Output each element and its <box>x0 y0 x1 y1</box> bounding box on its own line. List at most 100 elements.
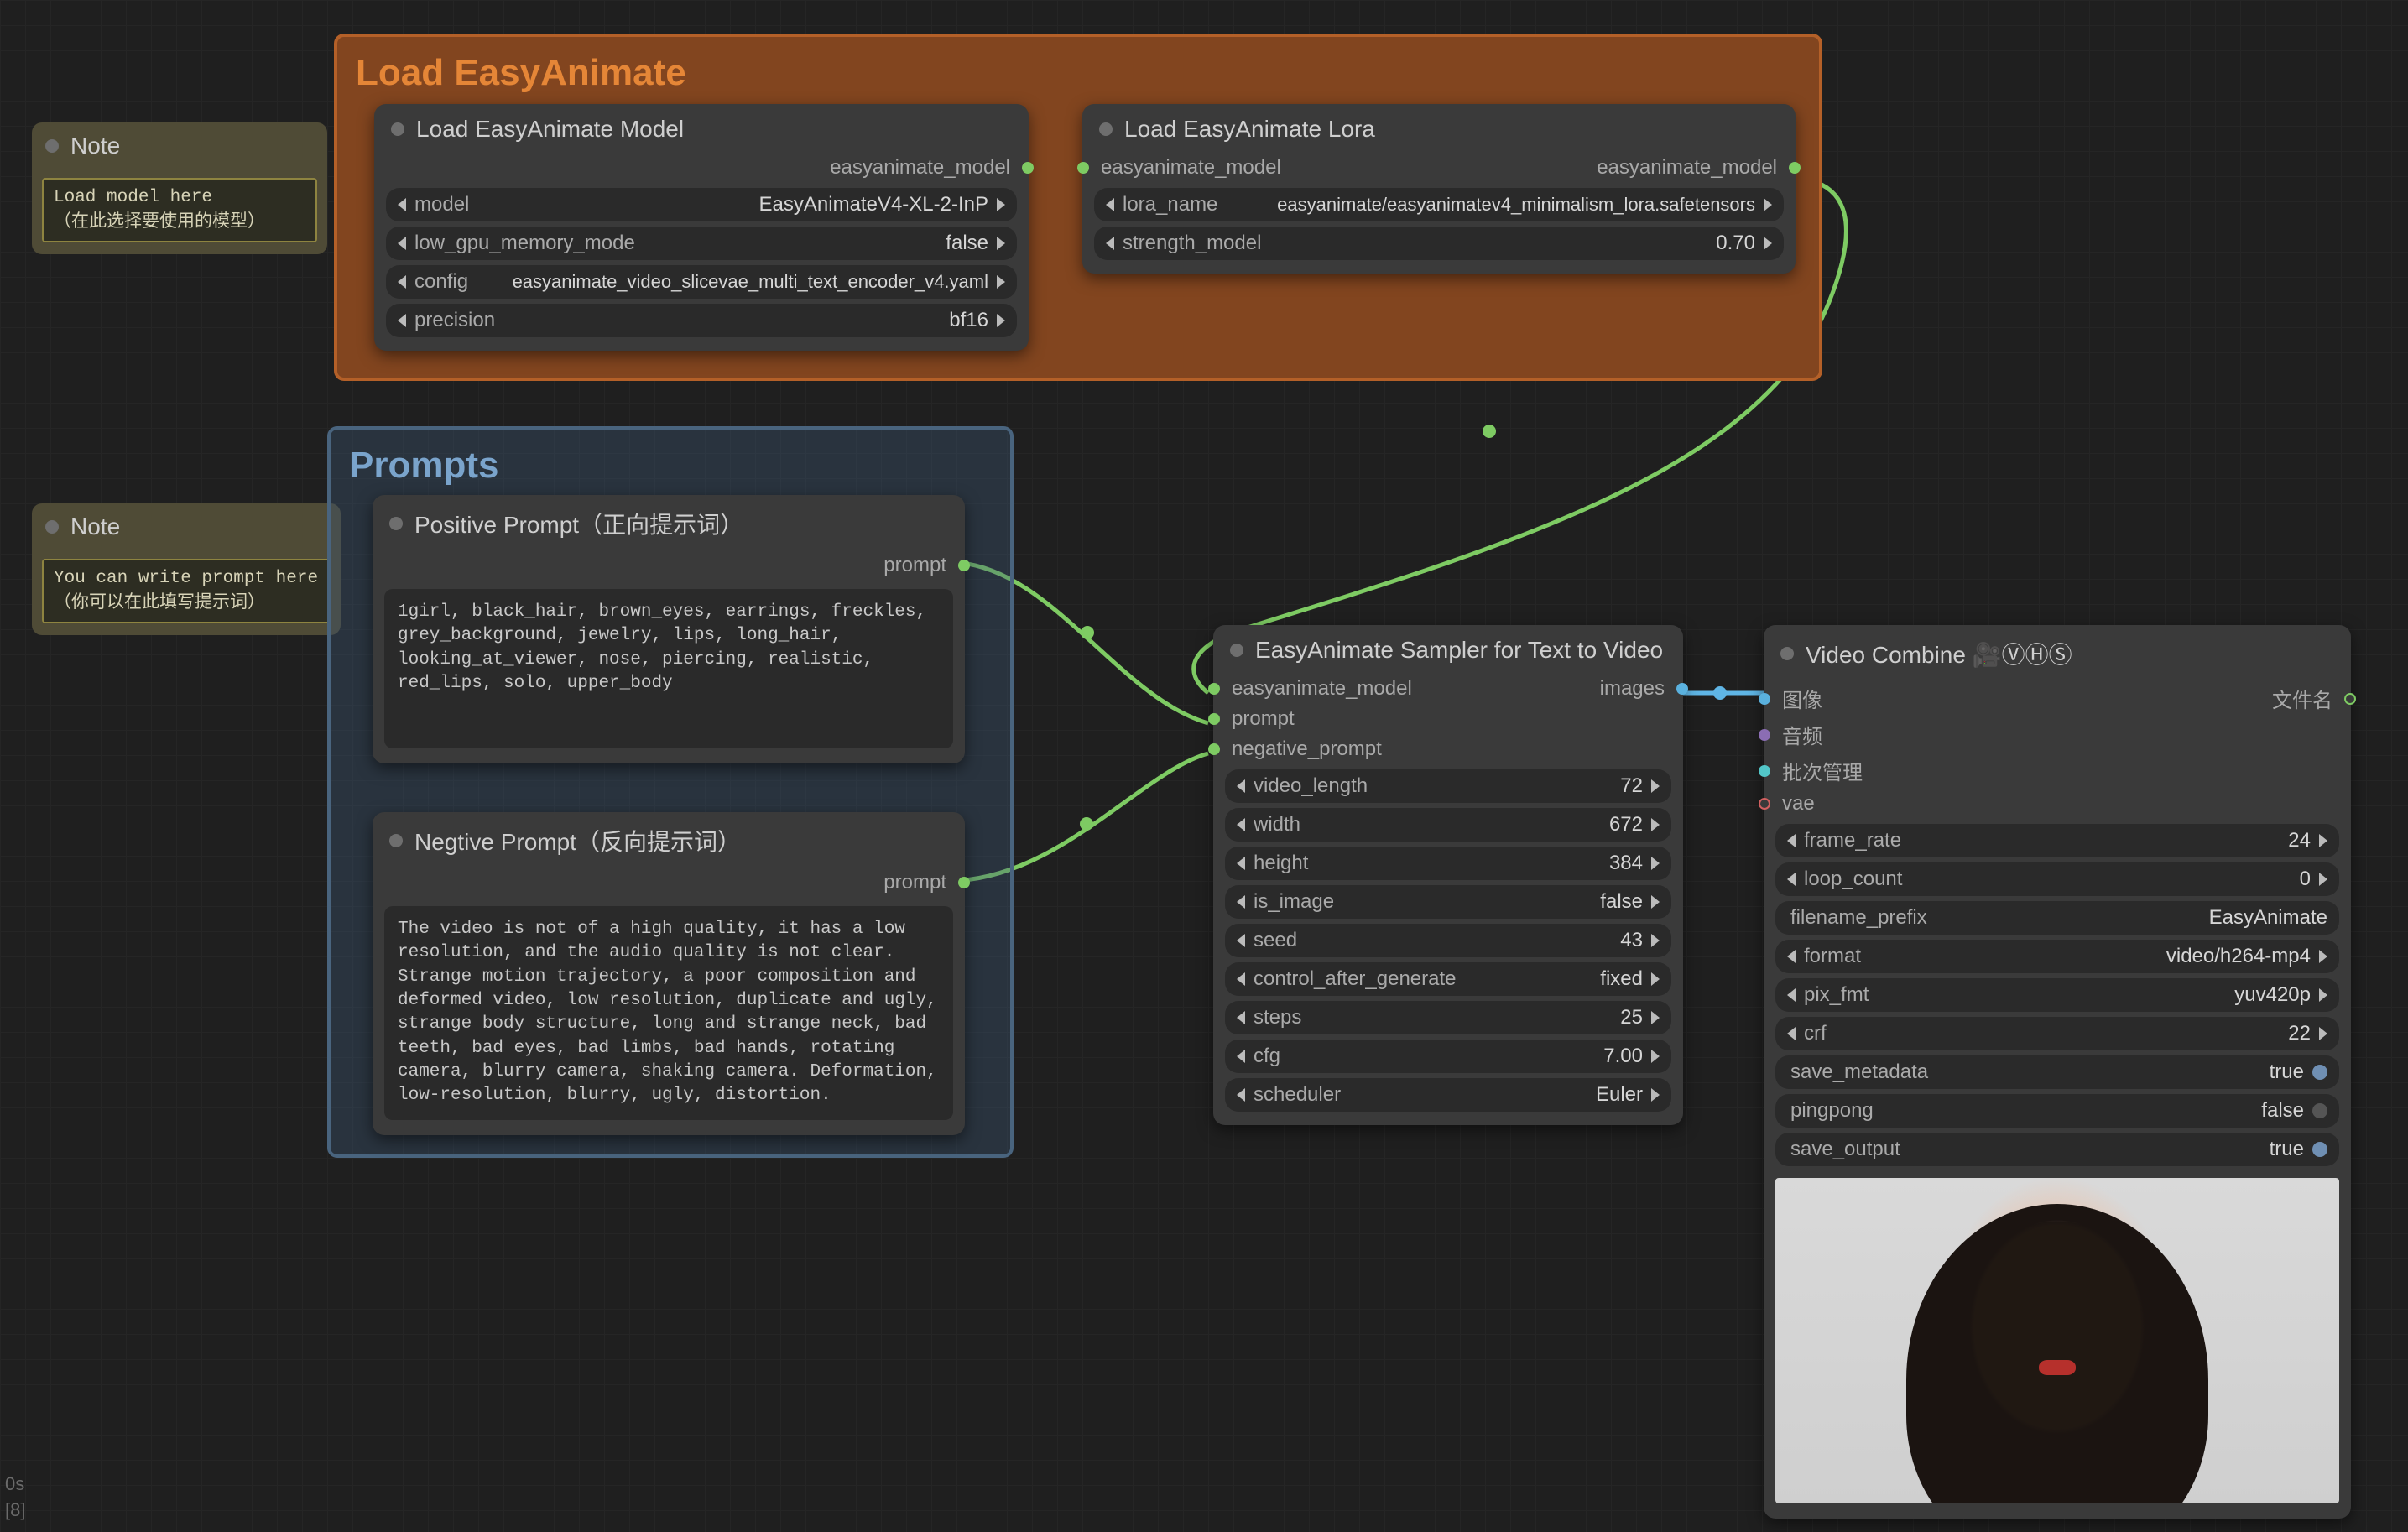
note-prompts[interactable]: Note You can write prompt here （你可以在此填写提… <box>32 503 341 635</box>
widget-filename-prefix[interactable]: filename_prefixEasyAnimate <box>1775 901 2339 935</box>
note-body[interactable]: Load model here （在此选择要使用的模型） <box>42 178 317 242</box>
widget-save-metadata[interactable]: save_metadatatrue <box>1775 1055 2339 1089</box>
collapse-icon[interactable] <box>45 139 59 153</box>
port-out-images[interactable] <box>1676 683 1688 695</box>
toggle-icon[interactable] <box>2312 1142 2327 1157</box>
widget-pix-fmt[interactable]: pix_fmtyuv420p <box>1775 978 2339 1012</box>
node-easyanimate-sampler[interactable]: EasyAnimate Sampler for Text to Video ea… <box>1213 625 1683 1125</box>
widget-scheduler[interactable]: schedulerEuler <box>1225 1078 1671 1112</box>
widget-loop-count[interactable]: loop_count0 <box>1775 862 2339 896</box>
chevron-right-icon[interactable] <box>1764 198 1772 211</box>
widget-strength[interactable]: strength_model0.70 <box>1094 227 1784 260</box>
widget-steps[interactable]: steps25 <box>1225 1001 1671 1034</box>
chevron-left-icon[interactable] <box>1106 198 1114 211</box>
widget-low-gpu[interactable]: low_gpu_memory_modefalse <box>386 227 1017 260</box>
chevron-left-icon[interactable] <box>1237 1088 1245 1102</box>
widget-precision[interactable]: precisionbf16 <box>386 304 1017 337</box>
collapse-icon[interactable] <box>1780 647 1794 660</box>
chevron-left-icon[interactable] <box>1237 857 1245 870</box>
widget-model[interactable]: modelEasyAnimateV4-XL-2-InP <box>386 188 1017 221</box>
toggle-icon[interactable] <box>2312 1103 2327 1118</box>
note-body[interactable]: You can write prompt here （你可以在此填写提示词） <box>42 559 331 623</box>
chevron-right-icon[interactable] <box>1651 934 1660 947</box>
chevron-left-icon[interactable] <box>1237 934 1245 947</box>
chevron-left-icon[interactable] <box>1787 873 1796 886</box>
chevron-right-icon[interactable] <box>1651 857 1660 870</box>
port-in-batch[interactable] <box>1759 765 1770 777</box>
toggle-icon[interactable] <box>2312 1065 2327 1080</box>
chevron-left-icon[interactable] <box>1106 237 1114 250</box>
port-out[interactable] <box>958 877 970 888</box>
collapse-icon[interactable] <box>389 517 403 530</box>
chevron-right-icon[interactable] <box>2319 834 2327 847</box>
port-in-audio[interactable] <box>1759 729 1770 741</box>
chevron-right-icon[interactable] <box>1651 779 1660 793</box>
widget-format[interactable]: formatvideo/h264-mp4 <box>1775 940 2339 973</box>
collapse-icon[interactable] <box>1230 644 1243 657</box>
port-in-images[interactable] <box>1759 693 1770 705</box>
chevron-left-icon[interactable] <box>1787 988 1796 1002</box>
chevron-right-icon[interactable] <box>997 275 1005 289</box>
widget-seed[interactable]: seed43 <box>1225 924 1671 957</box>
port-in-negprompt[interactable] <box>1208 743 1220 755</box>
widget-save-output[interactable]: save_outputtrue <box>1775 1133 2339 1166</box>
chevron-right-icon[interactable] <box>1651 972 1660 986</box>
widget-is-image[interactable]: is_imagefalse <box>1225 885 1671 919</box>
collapse-icon[interactable] <box>391 122 404 136</box>
chevron-left-icon[interactable] <box>1237 1011 1245 1024</box>
negative-prompt-text[interactable]: The video is not of a high quality, it h… <box>384 906 953 1120</box>
chevron-right-icon[interactable] <box>1651 1011 1660 1024</box>
chevron-left-icon[interactable] <box>1237 972 1245 986</box>
chevron-right-icon[interactable] <box>2319 950 2327 963</box>
chevron-left-icon[interactable] <box>1787 834 1796 847</box>
collapse-icon[interactable] <box>389 834 403 847</box>
widget-height[interactable]: height384 <box>1225 847 1671 880</box>
widget-frame-rate[interactable]: frame_rate24 <box>1775 824 2339 857</box>
node-load-easyanimate-lora[interactable]: Load EasyAnimate Lora easyanimate_model … <box>1082 104 1796 274</box>
chevron-left-icon[interactable] <box>1237 1050 1245 1063</box>
widget-video-length[interactable]: video_length72 <box>1225 769 1671 803</box>
chevron-left-icon[interactable] <box>398 198 406 211</box>
port-in[interactable] <box>1077 162 1089 174</box>
chevron-right-icon[interactable] <box>1651 1088 1660 1102</box>
widget-control-after-generate[interactable]: control_after_generatefixed <box>1225 962 1671 996</box>
chevron-left-icon[interactable] <box>1237 818 1245 831</box>
positive-prompt-text[interactable]: 1girl, black_hair, brown_eyes, earrings,… <box>384 589 953 748</box>
chevron-left-icon[interactable] <box>398 275 406 289</box>
chevron-right-icon[interactable] <box>1651 1050 1660 1063</box>
widget-crf[interactable]: crf22 <box>1775 1017 2339 1050</box>
widget-pingpong[interactable]: pingpongfalse <box>1775 1094 2339 1128</box>
port-in-vae[interactable] <box>1759 798 1770 810</box>
widget-lora-name[interactable]: lora_nameeasyanimate/easyanimatev4_minim… <box>1094 188 1784 221</box>
node-positive-prompt[interactable]: Positive Prompt（正向提示词） prompt 1girl, bla… <box>373 495 965 763</box>
collapse-icon[interactable] <box>45 520 59 534</box>
chevron-right-icon[interactable] <box>1764 237 1772 250</box>
chevron-right-icon[interactable] <box>1651 818 1660 831</box>
note-load-model[interactable]: Note Load model here （在此选择要使用的模型） <box>32 122 327 254</box>
port-out[interactable] <box>958 560 970 571</box>
widget-config[interactable]: configeasyanimate_video_slicevae_multi_t… <box>386 265 1017 299</box>
port-out-filename[interactable] <box>2344 693 2356 705</box>
port-out[interactable] <box>1789 162 1801 174</box>
port-out[interactable] <box>1022 162 1034 174</box>
node-video-combine[interactable]: Video Combine 🎥ⓋⒽⓈ 图像文件名 音频 批次管理 vae fra… <box>1764 625 2351 1519</box>
chevron-left-icon[interactable] <box>1787 1027 1796 1040</box>
port-in-prompt[interactable] <box>1208 713 1220 725</box>
widget-cfg[interactable]: cfg7.00 <box>1225 1040 1671 1073</box>
collapse-icon[interactable] <box>1099 122 1113 136</box>
chevron-left-icon[interactable] <box>398 237 406 250</box>
chevron-left-icon[interactable] <box>398 314 406 327</box>
video-preview[interactable] <box>1775 1178 2339 1503</box>
chevron-right-icon[interactable] <box>997 198 1005 211</box>
chevron-right-icon[interactable] <box>997 237 1005 250</box>
chevron-right-icon[interactable] <box>2319 988 2327 1002</box>
node-negative-prompt[interactable]: Negtive Prompt（反向提示词） prompt The video i… <box>373 812 965 1135</box>
node-load-easyanimate-model[interactable]: Load EasyAnimate Model easyanimate_model… <box>374 104 1029 351</box>
chevron-right-icon[interactable] <box>2319 1027 2327 1040</box>
chevron-right-icon[interactable] <box>1651 895 1660 909</box>
chevron-right-icon[interactable] <box>2319 873 2327 886</box>
widget-width[interactable]: width672 <box>1225 808 1671 842</box>
chevron-left-icon[interactable] <box>1787 950 1796 963</box>
chevron-left-icon[interactable] <box>1237 895 1245 909</box>
chevron-left-icon[interactable] <box>1237 779 1245 793</box>
